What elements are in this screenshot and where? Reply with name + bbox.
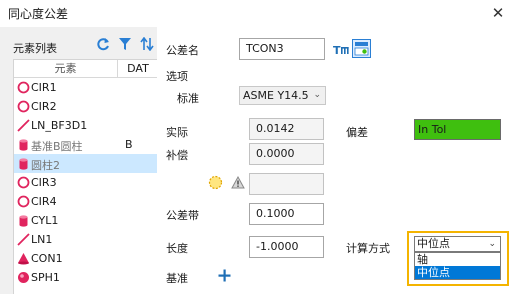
list-item-name: CIR4 [31, 195, 57, 208]
list-item[interactable]: 基准B圆柱 B [14, 135, 157, 154]
length-input[interactable]: -1.0000 [249, 236, 324, 258]
calc-method-select[interactable]: 中位点 ⌄ [414, 236, 501, 252]
text-format-icon[interactable]: T [333, 41, 349, 57]
circle-icon [17, 176, 30, 189]
warning-icon [231, 176, 245, 189]
refresh-icon[interactable] [96, 37, 110, 51]
circle-icon [17, 81, 30, 94]
list-item[interactable]: CIR3 [14, 173, 157, 192]
sphere-icon [18, 272, 29, 283]
title-bar: 同心度公差 ✕ [0, 0, 514, 27]
list-item-name: 圆柱2 [31, 159, 60, 172]
list-item-name: CON1 [31, 252, 63, 265]
chevron-down-icon: ⌄ [488, 239, 496, 249]
element-list-header: 元素 DAT [14, 60, 157, 78]
options-label: 选项 [166, 70, 188, 83]
datum-label: 基准 [166, 272, 188, 285]
column-dat[interactable]: DAT [119, 60, 157, 78]
standard-select[interactable]: ASME Y14.5 ⌄ [239, 86, 326, 105]
cone-icon [18, 253, 29, 265]
list-item[interactable]: CYL1 [14, 211, 157, 230]
compensation-label: 补偿 [166, 149, 188, 162]
compensation-field: 0.0000 [249, 143, 324, 165]
tolerance-zone-label: 公差带 [166, 209, 199, 222]
actual-value-field: 0.0142 [249, 118, 324, 140]
calc-method-value: 中位点 [417, 237, 450, 250]
option-median-point[interactable]: 中位点 [415, 266, 500, 279]
filter-icon[interactable] [118, 37, 132, 51]
list-item-name: CIR2 [31, 100, 57, 113]
modifier-circle-icon[interactable] [208, 175, 223, 190]
deviation-status: In Tol [414, 119, 501, 140]
list-item[interactable]: CON1 [14, 249, 157, 268]
circle-icon [17, 100, 30, 113]
standard-value: ASME Y14.5 [243, 89, 309, 102]
circle-icon [17, 195, 30, 208]
list-item[interactable]: CIR2 [14, 97, 157, 116]
svg-text:T: T [333, 44, 341, 57]
list-item[interactable]: LN1 [14, 230, 157, 249]
element-list-panel: 元素列表 元素 DAT CIR1 CIR2 LN_BF3D1 基准B圆柱 B 圆… [0, 27, 157, 294]
list-item[interactable]: CIR4 [14, 192, 157, 211]
deviation-label: 偏差 [346, 126, 368, 139]
actual-label: 实际 [166, 126, 188, 139]
add-datum-icon[interactable] [218, 269, 231, 282]
standard-label: 标准 [177, 92, 199, 105]
close-icon[interactable]: ✕ [488, 3, 508, 23]
dimension-table-icon[interactable] [352, 39, 371, 58]
column-element[interactable]: 元素 [14, 60, 118, 78]
element-list: 元素 DAT CIR1 CIR2 LN_BF3D1 基准B圆柱 B 圆柱2 CI… [13, 59, 157, 294]
list-item[interactable]: CIR1 [14, 78, 157, 97]
list-item[interactable]: SPH1 [14, 268, 157, 287]
option-axis[interactable]: 轴 [415, 253, 500, 266]
list-item-name: CIR1 [31, 81, 57, 94]
sort-icon[interactable] [140, 37, 154, 51]
calc-method-label: 计算方式 [346, 242, 390, 255]
tolerance-zone-input[interactable]: 0.1000 [249, 203, 324, 225]
list-item-name: LN_BF3D1 [31, 119, 88, 132]
cylinder-icon [19, 139, 28, 151]
list-item-name: SPH1 [31, 271, 60, 284]
list-item-name: 基准B圆柱 [31, 140, 83, 153]
length-label: 长度 [166, 242, 188, 255]
tolerance-name-label: 公差名 [166, 44, 199, 57]
tolerance-name-input[interactable]: TCON3 [239, 38, 325, 60]
line-icon [17, 119, 30, 132]
cylinder-icon [19, 215, 28, 227]
list-item-selected[interactable]: 圆柱2 [14, 154, 157, 173]
list-item-dat: B [125, 138, 133, 151]
list-item-name: CYL1 [31, 214, 59, 227]
list-item-name: CIR3 [31, 176, 57, 189]
calc-method-dropdown: 轴 中位点 [414, 252, 501, 280]
chevron-down-icon: ⌄ [313, 90, 321, 100]
cylinder-icon [19, 158, 28, 170]
element-list-title: 元素列表 [13, 42, 57, 55]
list-item[interactable]: LN_BF3D1 [14, 116, 157, 135]
modifier-field [249, 173, 324, 195]
window-title: 同心度公差 [8, 7, 69, 21]
list-item-name: LN1 [31, 233, 53, 246]
line-icon [17, 233, 30, 246]
